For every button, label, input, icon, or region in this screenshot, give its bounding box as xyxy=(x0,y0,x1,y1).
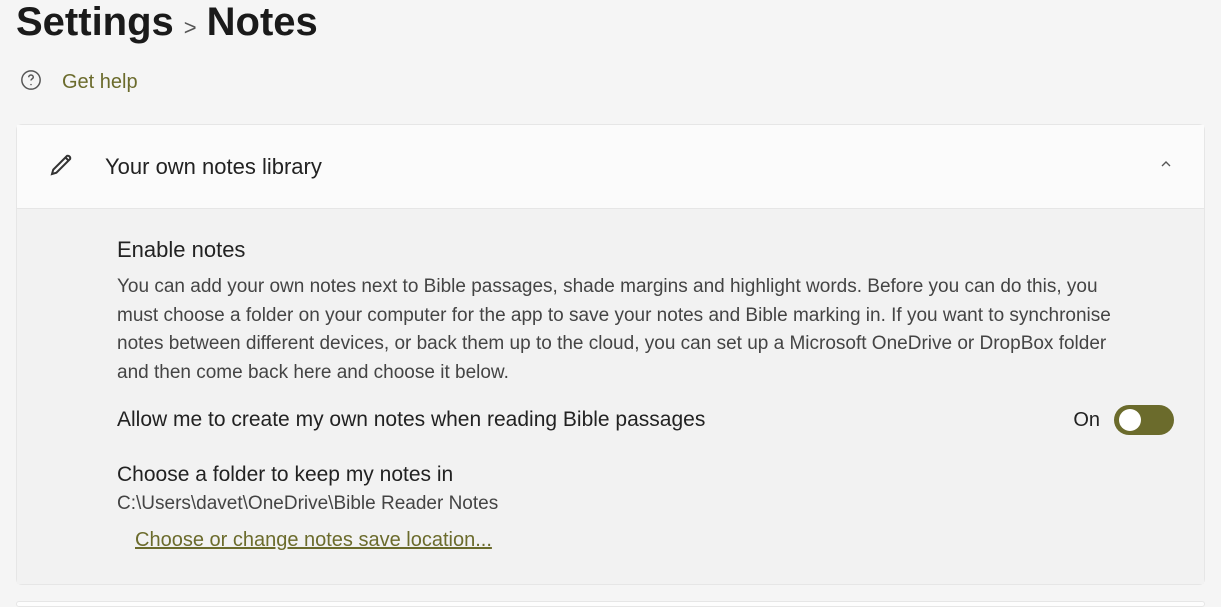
breadcrumb-root[interactable]: Settings xyxy=(16,0,174,45)
enable-notes-toggle-row: Allow me to create my own notes when rea… xyxy=(117,405,1174,435)
enable-notes-toggle-label: Allow me to create my own notes when rea… xyxy=(117,408,1073,432)
breadcrumb-separator: > xyxy=(184,15,197,41)
enable-notes-title: Enable notes xyxy=(117,237,1174,263)
notes-library-card-header[interactable]: Your own notes library xyxy=(17,125,1204,209)
next-card-peek xyxy=(16,601,1205,607)
breadcrumb: Settings > Notes xyxy=(16,0,1205,45)
enable-notes-toggle[interactable] xyxy=(1114,405,1174,435)
folder-path: C:\Users\davet\OneDrive\Bible Reader Not… xyxy=(117,493,1174,515)
folder-title: Choose a folder to keep my notes in xyxy=(117,463,1174,487)
pencil-icon xyxy=(47,149,77,184)
notes-library-card: Your own notes library Enable notes You … xyxy=(16,124,1205,585)
help-icon xyxy=(20,69,42,96)
get-help-link[interactable]: Get help xyxy=(16,69,1205,96)
chevron-up-icon xyxy=(1158,156,1174,177)
get-help-label: Get help xyxy=(62,71,138,94)
choose-folder-link[interactable]: Choose or change notes save location... xyxy=(135,529,492,552)
toggle-knob xyxy=(1119,409,1141,431)
notes-library-card-body: Enable notes You can add your own notes … xyxy=(17,209,1204,584)
breadcrumb-current: Notes xyxy=(207,0,318,45)
enable-notes-description: You can add your own notes next to Bible… xyxy=(117,273,1117,387)
notes-library-title: Your own notes library xyxy=(105,154,1130,180)
enable-notes-toggle-state: On xyxy=(1073,409,1100,432)
